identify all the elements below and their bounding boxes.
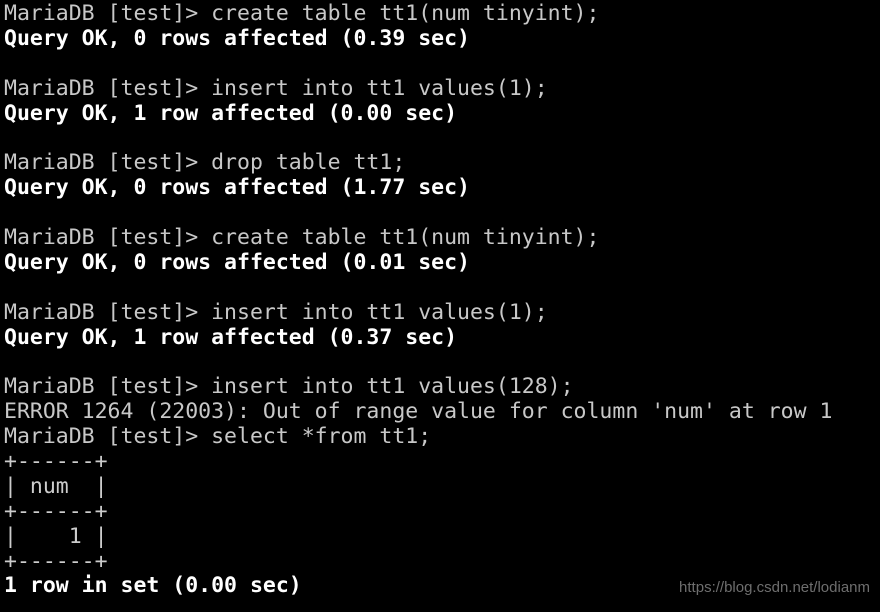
terminal-line-result: Query OK, 1 row affected (0.00 sec) [4,100,458,126]
terminal-line-prompt-command: MariaDB [test]> drop table tt1; [4,150,406,176]
terminal-line-table-rule: +------+ [4,449,108,475]
terminal-line-error: ERROR 1264 (22003): Out of range value f… [4,399,833,425]
terminal-line-prompt-command: MariaDB [test]> insert into tt1 values(1… [4,75,548,101]
watermark-text: https://blog.csdn.net/lodianm [679,579,870,596]
terminal-line-prompt-command: MariaDB [test]> create table tt1(num tin… [4,225,600,251]
terminal-line-result: Query OK, 0 rows affected (0.01 sec) [4,249,470,275]
terminal-line-prompt-command: MariaDB [test]> create table tt1(num tin… [4,1,600,26]
terminal-line-table-rule: +------+ [4,498,108,524]
terminal-line-prompt-command: MariaDB [test]> insert into tt1 values(1… [4,299,548,325]
terminal-line-prompt-command: MariaDB [test]> select *from tt1; [4,424,432,450]
terminal-output-screen[interactable]: MariaDB [test]> create table tt1(num tin… [4,1,880,599]
terminal-line-result: Query OK, 1 row affected (0.37 sec) [4,324,458,350]
terminal-line-result: Query OK, 0 rows affected (0.39 sec) [4,25,470,51]
terminal-line-table-header: | num | [4,473,108,499]
terminal-line-prompt-command: MariaDB [test]> insert into tt1 values(1… [4,374,574,400]
terminal-line-table-row: | 1 | [4,523,108,549]
terminal-window[interactable]: MariaDB [test]> create table tt1(num tin… [0,0,880,612]
terminal-line-table-rule: +------+ [4,548,108,574]
terminal-line-result: Query OK, 0 rows affected (1.77 sec) [4,175,470,201]
